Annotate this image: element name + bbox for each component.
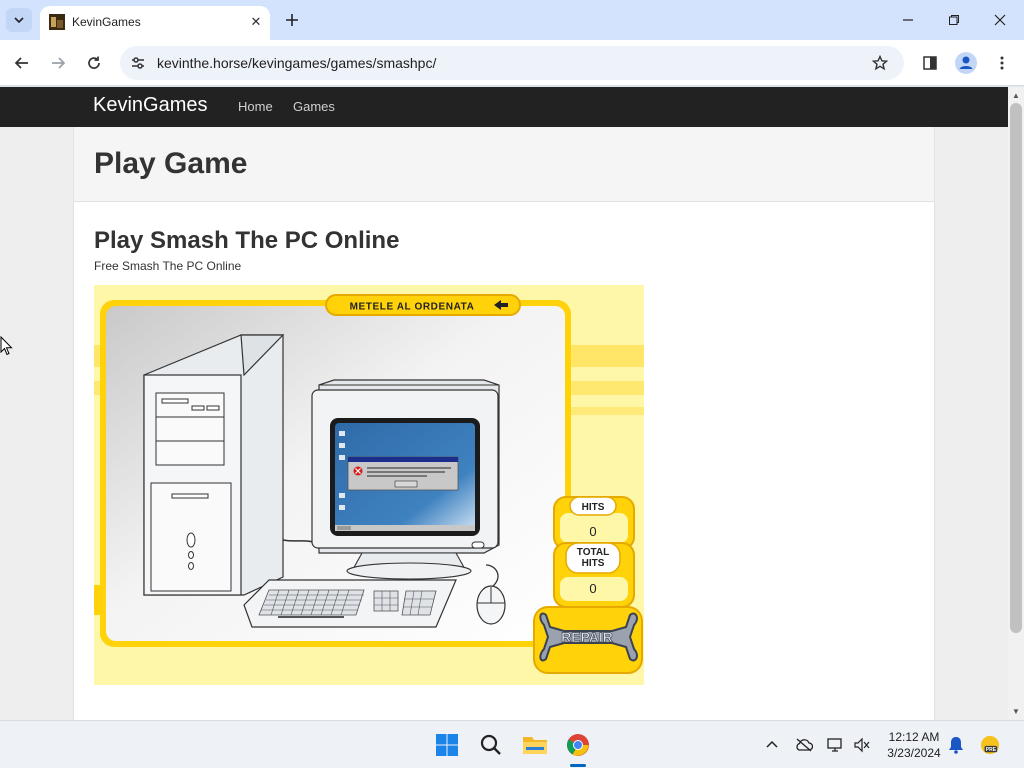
- svg-text:METELE AL ORDENATA: METELE AL ORDENATA: [350, 302, 475, 313]
- file-explorer-button[interactable]: [521, 731, 549, 759]
- new-tab-button[interactable]: [282, 10, 302, 30]
- search-icon: [480, 734, 501, 755]
- bell-icon: [949, 737, 963, 754]
- active-app-indicator: [570, 764, 586, 767]
- minimize-icon: [903, 19, 913, 21]
- url-text: kevinthe.horse/kevingames/games/smashpc/: [157, 55, 437, 71]
- system-clock[interactable]: 12:12 AM 3/23/2024: [878, 729, 950, 761]
- game-title: Play Smash The PC Online: [94, 227, 400, 254]
- browser-tab[interactable]: KevinGames ✕: [40, 6, 270, 40]
- game-banner: METELE AL ORDENATA: [325, 294, 521, 316]
- restore-button[interactable]: [934, 6, 974, 34]
- game-canvas[interactable]: METELE AL ORDENATA HITS 0 TOTAL HITS 0 R…: [94, 285, 644, 685]
- side-panel-button[interactable]: [918, 51, 942, 75]
- chevron-down-icon: [14, 17, 24, 24]
- tab-title: KevinGames: [72, 15, 141, 29]
- scroll-down-arrow-icon[interactable]: ▼: [1011, 706, 1021, 716]
- restore-icon: [949, 15, 959, 25]
- site-info-button[interactable]: [126, 51, 150, 75]
- profile-avatar-icon: [955, 52, 977, 74]
- game-subtitle: Free Smash The PC Online: [94, 259, 242, 273]
- scroll-up-arrow-icon[interactable]: ▲: [1011, 90, 1021, 100]
- hits-counter: HITS 0: [553, 496, 635, 550]
- page-viewport: KevinGames Home Games Play Game Play Sma…: [0, 87, 1008, 720]
- kevingames-favicon-icon: [49, 14, 65, 30]
- reload-icon: [88, 56, 100, 69]
- total-hits-counter: TOTAL HITS 0: [553, 542, 635, 608]
- taskbar-search-button[interactable]: [477, 731, 505, 759]
- copilot-pre-icon: PRE: [980, 735, 1000, 755]
- arrow-right-icon: [52, 57, 66, 69]
- tune-icon: [132, 57, 144, 69]
- folder-icon: [523, 737, 547, 754]
- nav-link-games[interactable]: Games: [293, 99, 335, 114]
- chevron-up-icon: [766, 740, 778, 748]
- plus-icon: [286, 14, 298, 26]
- chrome-icon: [567, 734, 589, 756]
- scrollbar-thumb[interactable]: [1010, 103, 1022, 633]
- main-container: Play Game Play Smash The PC Online Free …: [73, 127, 935, 720]
- nav-link-home[interactable]: Home: [238, 99, 273, 114]
- tab-close-button[interactable]: ✕: [246, 12, 266, 32]
- side-panel-icon: [923, 56, 937, 70]
- notifications-button[interactable]: [946, 735, 966, 755]
- mouse-cursor-icon: [0, 336, 13, 356]
- browser-menu-button[interactable]: [990, 51, 1014, 75]
- svg-text:0: 0: [589, 581, 596, 596]
- keyboard[interactable]: [243, 579, 457, 628]
- site-navbar: KevinGames Home Games: [0, 87, 1008, 127]
- repair-button[interactable]: REPAIR: [533, 606, 643, 674]
- page-title: Play Game: [94, 147, 248, 180]
- forward-button[interactable]: [46, 51, 70, 75]
- svg-text:PRE: PRE: [986, 747, 997, 753]
- chrome-taskbar-button[interactable]: [564, 731, 592, 759]
- copilot-preview-button[interactable]: PRE: [980, 735, 1000, 755]
- close-window-button[interactable]: [980, 6, 1020, 34]
- windows-taskbar: 12:12 AM 3/23/2024 PRE: [0, 720, 1024, 768]
- address-bar[interactable]: kevinthe.horse/kevingames/games/smashpc/: [120, 46, 904, 80]
- svg-text:HITS: HITS: [582, 502, 605, 513]
- start-button[interactable]: [433, 731, 461, 759]
- show-hidden-icons-button[interactable]: [762, 735, 782, 755]
- network-tray-button[interactable]: [826, 735, 846, 755]
- tab-search-button[interactable]: [6, 8, 32, 32]
- browser-toolbar: kevinthe.horse/kevingames/games/smashpc/: [0, 40, 1024, 86]
- star-icon: [872, 55, 888, 71]
- svg-text:REPAIR: REPAIR: [561, 629, 613, 645]
- cloud-off-icon: [796, 738, 813, 752]
- monitor-network-icon: [827, 738, 842, 752]
- site-brand-link[interactable]: KevinGames: [93, 94, 208, 117]
- page-header: Play Game: [74, 127, 934, 202]
- monitor[interactable]: [311, 379, 500, 580]
- clock-time: 12:12 AM: [888, 730, 940, 744]
- close-icon: [994, 14, 1006, 26]
- windows-logo-icon: [436, 734, 458, 756]
- volume-muted-icon: [854, 737, 870, 753]
- minimize-button[interactable]: [888, 6, 928, 34]
- svg-text:TOTAL: TOTAL: [577, 547, 609, 558]
- back-button[interactable]: [10, 51, 34, 75]
- more-vertical-icon: [1000, 56, 1004, 70]
- onedrive-tray-button[interactable]: [794, 735, 814, 755]
- arrow-left-icon: [14, 57, 28, 69]
- svg-text:HITS: HITS: [582, 558, 605, 569]
- svg-text:0: 0: [589, 524, 596, 539]
- page-scrollbar[interactable]: ▲ ▼: [1008, 87, 1024, 720]
- reload-button[interactable]: [82, 51, 106, 75]
- clock-date: 3/23/2024: [887, 746, 941, 760]
- volume-tray-button[interactable]: [852, 735, 872, 755]
- tab-bar: KevinGames ✕: [0, 0, 1024, 40]
- profile-button[interactable]: [954, 51, 978, 75]
- bookmark-button[interactable]: [868, 51, 892, 75]
